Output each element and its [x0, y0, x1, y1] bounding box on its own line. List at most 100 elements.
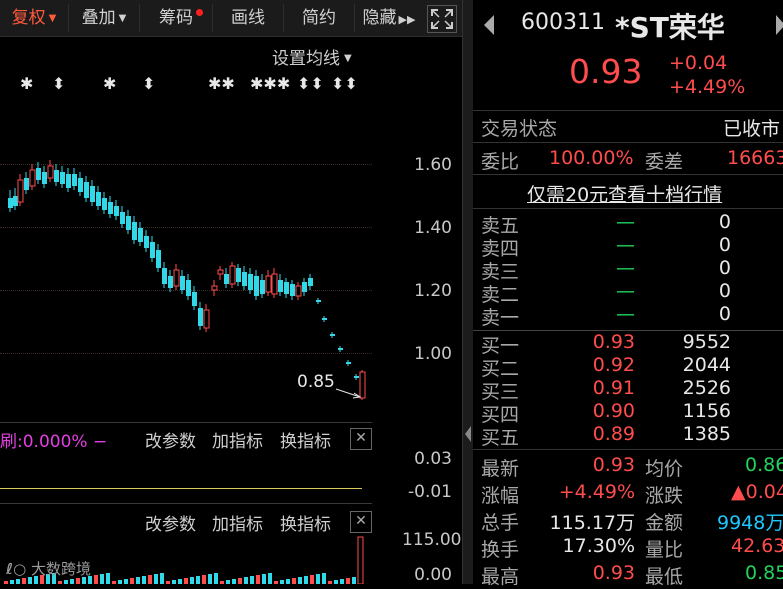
candlestick[interactable]	[150, 236, 155, 262]
candlestick[interactable]	[338, 346, 343, 352]
modify-params-button[interactable]: 改参数	[145, 427, 196, 452]
candlestick[interactable]	[322, 316, 327, 322]
candlestick[interactable]	[138, 222, 143, 246]
watermark-text: 大数跨境	[30, 560, 91, 578]
candlestick[interactable]	[302, 278, 307, 296]
chouma-button[interactable]: 筹码	[140, 4, 213, 32]
candlestick[interactable]	[295, 282, 302, 300]
candlestick[interactable]	[8, 190, 13, 212]
candlestick[interactable]	[308, 274, 313, 290]
event-marker[interactable]: ✱✱	[208, 74, 235, 93]
candle-body	[108, 202, 113, 214]
candlestick[interactable]	[192, 286, 197, 310]
candle-body	[114, 206, 119, 216]
candlestick[interactable]	[260, 274, 265, 298]
candlestick[interactable]	[211, 280, 218, 296]
event-marker[interactable]: ✱	[20, 74, 33, 93]
candlestick[interactable]	[54, 164, 59, 186]
candlestick[interactable]	[132, 216, 137, 244]
candlestick[interactable]	[248, 268, 253, 294]
candle-body	[168, 276, 173, 288]
candlestick[interactable]	[47, 160, 54, 182]
stat-label: 均价	[645, 458, 684, 480]
candlestick[interactable]	[60, 166, 65, 188]
candlestick[interactable]	[168, 270, 173, 292]
candlestick[interactable]	[271, 268, 278, 298]
candlestick[interactable]	[120, 206, 125, 228]
fuquan-label: 复权	[11, 8, 46, 28]
candlestick[interactable]	[180, 270, 185, 294]
add-indicator-button[interactable]: 加指标	[212, 427, 263, 452]
price-tick-label: 1.20	[414, 281, 452, 301]
prev-stock-icon[interactable]	[483, 14, 495, 36]
candlestick[interactable]	[96, 186, 101, 210]
candlestick[interactable]	[66, 168, 71, 192]
candlestick[interactable]	[156, 244, 161, 272]
candlestick[interactable]	[13, 188, 18, 210]
candlestick[interactable]	[203, 304, 210, 332]
candlestick[interactable]	[290, 280, 295, 300]
candlestick[interactable]	[217, 266, 224, 280]
candlestick[interactable]	[316, 298, 321, 304]
candlestick[interactable]	[90, 180, 95, 206]
event-marker[interactable]: ⬍	[142, 74, 155, 93]
switch-indicator-button[interactable]: 换指标	[280, 510, 331, 535]
candlestick[interactable]	[102, 192, 107, 214]
candlestick[interactable]	[354, 374, 359, 380]
candlestick[interactable]	[17, 174, 24, 206]
candlestick[interactable]	[36, 162, 41, 184]
event-marker[interactable]: ⬍	[52, 74, 65, 93]
candle-body	[198, 308, 203, 326]
candlestick[interactable]	[114, 200, 119, 220]
close-icon[interactable]: ✕	[350, 428, 372, 450]
event-marker[interactable]: ✱	[103, 74, 116, 93]
candle-body	[8, 198, 13, 208]
candlestick[interactable]	[198, 302, 203, 330]
candlestick[interactable]	[346, 360, 351, 366]
add-indicator-button[interactable]: 加指标	[212, 510, 263, 535]
event-marker[interactable]: ✱✱✱	[250, 74, 290, 93]
candlestick[interactable]	[224, 268, 229, 288]
candle-body	[308, 278, 313, 286]
candlestick[interactable]	[284, 278, 289, 298]
candlestick[interactable]	[162, 262, 167, 288]
candle-body	[322, 318, 327, 320]
status-label: 交易状态	[481, 118, 558, 140]
candlestick[interactable]	[278, 274, 283, 296]
candlestick[interactable]	[126, 210, 131, 234]
indicator1-legend: 刷:0.000% −	[0, 432, 108, 452]
indicator1-tick-label: 0.03	[414, 449, 452, 469]
fuquan-button[interactable]: 复权 ▼	[0, 4, 69, 32]
candlestick[interactable]	[330, 332, 335, 338]
collapse-arrow-icon[interactable]	[464, 424, 472, 444]
close-icon[interactable]: ✕	[350, 511, 372, 533]
candlestick[interactable]	[78, 172, 83, 196]
candle-body	[186, 280, 191, 296]
candlestick[interactable]	[24, 172, 29, 194]
ten-level-promo-link[interactable]: 仅需20元查看十档行情	[527, 180, 722, 207]
candlestick[interactable]	[254, 270, 259, 300]
candlestick[interactable]	[236, 264, 241, 286]
candlestick[interactable]	[108, 196, 113, 218]
candlestick[interactable]	[229, 262, 236, 288]
candlestick[interactable]	[186, 274, 191, 300]
modify-params-button[interactable]: 改参数	[145, 510, 196, 535]
huaxian-button[interactable]: 画线	[213, 4, 284, 32]
candlestick[interactable]	[72, 168, 77, 190]
candlestick[interactable]	[29, 164, 36, 190]
jianyue-button[interactable]: 简约	[284, 4, 355, 32]
event-marker[interactable]: ⬍⬍	[297, 74, 324, 93]
candlestick[interactable]	[144, 230, 149, 252]
switch-indicator-button[interactable]: 换指标	[280, 427, 331, 452]
next-stock-icon[interactable]	[775, 14, 783, 36]
yincang-button[interactable]: 隐藏 ▶▶	[355, 4, 423, 32]
candlestick[interactable]	[173, 264, 180, 290]
candlestick[interactable]	[84, 176, 89, 202]
candlestick[interactable]	[265, 270, 272, 296]
ma-settings-button[interactable]: 设置均线 ▼	[272, 44, 352, 69]
candlestick[interactable]	[42, 166, 47, 188]
fullscreen-icon[interactable]	[427, 5, 457, 33]
event-marker[interactable]: ⬍⬍	[331, 74, 358, 93]
diejia-button[interactable]: 叠加 ▼	[69, 4, 140, 32]
candlestick[interactable]	[242, 266, 247, 290]
